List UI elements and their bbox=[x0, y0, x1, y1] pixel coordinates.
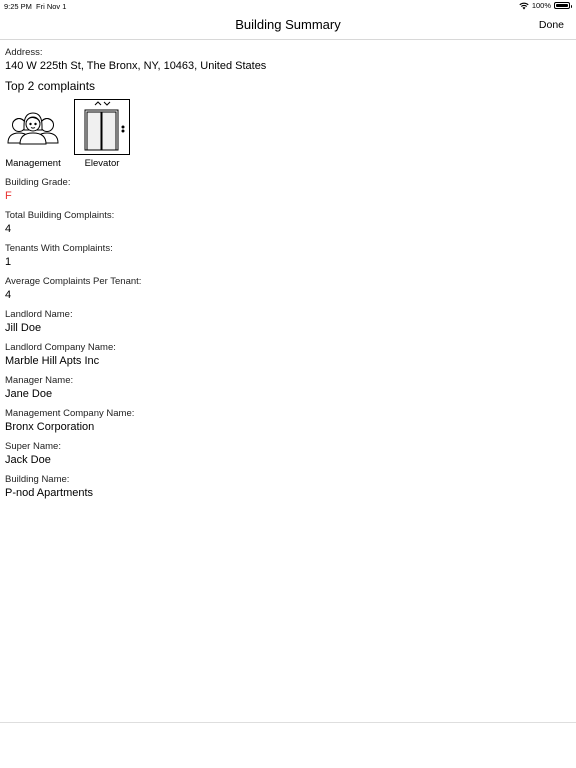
wifi-icon bbox=[519, 2, 529, 9]
building-summary-content: Address: 140 W 225th St, The Bronx, NY, … bbox=[5, 47, 571, 499]
complaint-label-management: Management bbox=[5, 158, 61, 169]
address-value: 140 W 225th St, The Bronx, NY, 10463, Un… bbox=[5, 60, 267, 72]
landlord-company-value: Marble Hill Apts Inc bbox=[5, 355, 100, 367]
tenants-with-complaints-label: Tenants With Complaints: bbox=[5, 243, 113, 254]
battery-percent: 100% bbox=[531, 1, 551, 10]
landlord-name-label: Landlord Name: bbox=[5, 309, 73, 320]
super-name-value: Jack Doe bbox=[5, 454, 51, 466]
page-title: Building Summary bbox=[235, 17, 341, 32]
building-name-value: P-nod Apartments bbox=[5, 487, 94, 499]
tenants-with-complaints-value: 1 bbox=[5, 256, 12, 268]
building-grade-value: F bbox=[5, 190, 12, 202]
field-avg-complaints: Average Complaints Per Tenant: 4 bbox=[5, 276, 571, 301]
building-name-label: Building Name: bbox=[5, 474, 70, 485]
total-complaints-value: 4 bbox=[5, 223, 12, 235]
status-date: Fri Nov 1 bbox=[36, 2, 67, 11]
elevator-icon bbox=[74, 99, 130, 155]
field-management-company: Management Company Name: Bronx Corporati… bbox=[5, 408, 571, 433]
done-button[interactable]: Done bbox=[539, 19, 564, 31]
field-landlord-name: Landlord Name: Jill Doe bbox=[5, 309, 571, 334]
battery-fill bbox=[556, 4, 568, 7]
navigation-bar: Building Summary Done bbox=[0, 13, 576, 40]
top-complaints-heading: Top 2 complaints bbox=[5, 79, 96, 93]
total-complaints-label: Total Building Complaints: bbox=[5, 210, 115, 221]
field-landlord-company: Landlord Company Name: Marble Hill Apts … bbox=[5, 342, 571, 367]
field-building-name: Building Name: P-nod Apartments bbox=[5, 474, 571, 499]
field-super-name: Super Name: Jack Doe bbox=[5, 441, 571, 466]
management-company-label: Management Company Name: bbox=[5, 408, 135, 419]
avg-complaints-value: 4 bbox=[5, 289, 12, 301]
manager-name-value: Jane Doe bbox=[5, 388, 53, 400]
super-name-label: Super Name: bbox=[5, 441, 61, 452]
landlord-name-value: Jill Doe bbox=[5, 322, 42, 334]
field-manager-name: Manager Name: Jane Doe bbox=[5, 375, 571, 400]
landlord-company-label: Landlord Company Name: bbox=[5, 342, 116, 353]
address-label: Address: bbox=[5, 47, 43, 58]
status-bar: 9:25 PM Fri Nov 1 100% bbox=[0, 0, 576, 13]
field-tenants-with-complaints: Tenants With Complaints: 1 bbox=[5, 243, 571, 268]
complaint-item-elevator[interactable]: Elevator bbox=[74, 99, 130, 169]
complaint-icons: Management Elevator bbox=[5, 99, 571, 169]
field-building-grade: Building Grade: F bbox=[5, 177, 571, 202]
people-group-icon bbox=[5, 99, 61, 155]
management-company-value: Bronx Corporation bbox=[5, 421, 95, 433]
avg-complaints-label: Average Complaints Per Tenant: bbox=[5, 276, 142, 287]
status-time: 9:25 PM bbox=[4, 2, 32, 11]
status-indicators: 100% bbox=[519, 1, 572, 10]
complaint-item-management[interactable]: Management bbox=[5, 99, 61, 169]
building-grade-label: Building Grade: bbox=[5, 177, 71, 188]
complaint-label-elevator: Elevator bbox=[84, 158, 120, 169]
bottom-divider bbox=[0, 722, 576, 723]
battery-icon bbox=[554, 2, 572, 9]
manager-name-label: Manager Name: bbox=[5, 375, 74, 386]
field-total-complaints: Total Building Complaints: 4 bbox=[5, 210, 571, 235]
